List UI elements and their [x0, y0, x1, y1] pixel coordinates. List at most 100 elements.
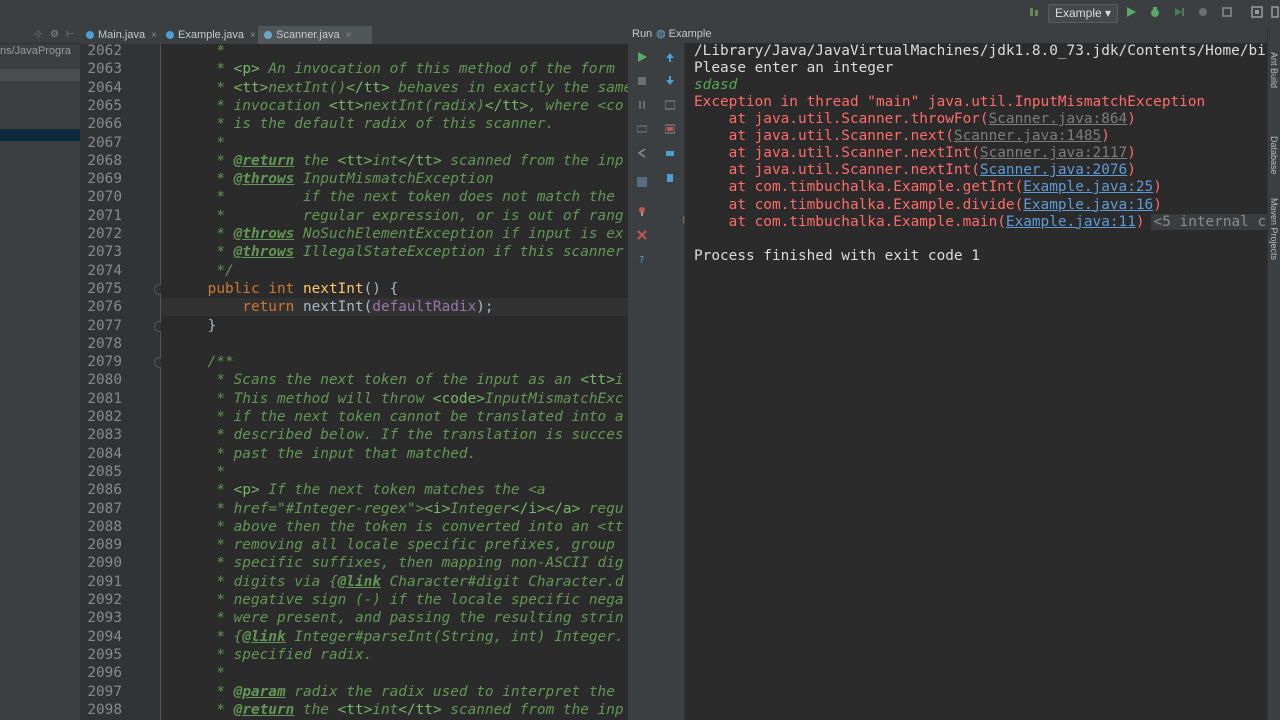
line-number: 2088: [87, 518, 122, 535]
line-number: 2079: [87, 354, 122, 371]
code-line[interactable]: * Scans the next token of the input as a…: [173, 371, 623, 389]
code-line[interactable]: * @throws IllegalStateException if this …: [173, 243, 623, 261]
internal-calls-fold[interactable]: <5 internal calls: [1150, 213, 1267, 230]
stack-frame: at java.util.Scanner.nextInt(Scanner.jav…: [694, 145, 1136, 162]
code-line[interactable]: public int nextInt() {: [173, 280, 399, 298]
debug-icon[interactable]: [1148, 5, 1162, 19]
hide-icon[interactable]: ⊢: [66, 26, 75, 43]
search-everywhere-icon[interactable]: [1268, 5, 1280, 19]
trash-icon[interactable]: [665, 172, 675, 182]
close-icon[interactable]: ×: [250, 30, 256, 41]
maven-projects-tab[interactable]: Maven Projects: [1269, 198, 1279, 260]
code-line[interactable]: * @param radix the radix used to interpr…: [173, 683, 615, 701]
attach-icon[interactable]: [1220, 5, 1234, 19]
code-line[interactable]: }: [173, 317, 217, 335]
sdk-icon[interactable]: [1250, 5, 1264, 19]
code-line[interactable]: *: [173, 463, 225, 481]
exit-icon[interactable]: [637, 148, 647, 158]
run-config-tab[interactable]: ◍ Example: [656, 26, 711, 43]
code-line[interactable]: * invocation <tt>nextInt(radix)</tt>, wh…: [173, 97, 623, 115]
code-line[interactable]: * @throws InputMismatchException: [173, 170, 493, 188]
scroll-to-end-icon[interactable]: [665, 124, 675, 134]
up-arrow-icon[interactable]: [665, 52, 675, 62]
code-line[interactable]: * @throws NoSuchElementException if inpu…: [173, 225, 623, 243]
stack-frame-link[interactable]: Scanner.java:1485: [954, 128, 1101, 144]
rerun-icon[interactable]: [637, 52, 647, 62]
stack-frame-text: at java.util.Scanner.nextInt(: [694, 162, 980, 179]
project-path[interactable]: ns/JavaProgra: [0, 44, 80, 59]
code-line[interactable]: * if the next token cannot be translated…: [173, 408, 623, 426]
console-command-line: /Library/Java/JavaVirtualMachines/jdk1.8…: [694, 43, 1267, 59]
settings-icon[interactable]: ⊹: [34, 26, 42, 43]
code-line[interactable]: * if the next token does not match the: [173, 188, 615, 206]
pin-icon[interactable]: [637, 206, 647, 216]
code-line[interactable]: * <tt>nextInt()</tt> behaves in exactly …: [173, 79, 628, 97]
down-arrow-icon[interactable]: [665, 76, 675, 86]
code-line[interactable]: * were present, and passing the resultin…: [173, 609, 623, 627]
java-class-icon: [86, 31, 94, 39]
code-line[interactable]: * specified radix.: [173, 646, 372, 664]
code-line[interactable]: * digits via {@link Character#digit Char…: [173, 573, 623, 591]
database-tab[interactable]: Database: [1269, 136, 1279, 175]
code-line[interactable]: * removing all locale specific prefixes,…: [173, 536, 615, 554]
project-tree-selected-row[interactable]: [0, 129, 80, 141]
code-line[interactable]: */: [173, 262, 233, 280]
line-number: 2091: [87, 573, 122, 590]
code-line[interactable]: * described below. If the translation is…: [173, 426, 623, 444]
layout-icon[interactable]: [637, 177, 647, 187]
stack-frame-close: ): [1101, 128, 1110, 145]
stack-frame-link[interactable]: Example.java:11: [1006, 214, 1136, 230]
help-icon[interactable]: ?: [637, 254, 647, 264]
code-line[interactable]: return nextInt(defaultRadix);: [173, 298, 493, 316]
code-line[interactable]: * negative sign (-) if the locale specif…: [173, 591, 623, 609]
editor-gutter[interactable]: 2062 2063 2064 2065 2066 2067 2068 2069 2070 2071…: [80, 43, 165, 720]
line-number: 2076: [87, 299, 122, 316]
code-line[interactable]: * @return the <tt>int</tt> scanned from …: [173, 701, 623, 719]
code-line[interactable]: *: [173, 664, 225, 682]
stack-frame-link[interactable]: Scanner.java:864: [989, 111, 1128, 127]
stack-frame-link[interactable]: Scanner.java:2076: [980, 162, 1127, 178]
run-console-output[interactable]: /Library/Java/JavaVirtualMachines/jdk1.8…: [685, 43, 1267, 720]
stack-frame-text: at com.timbuchalka.Example.getInt(: [694, 179, 1024, 196]
code-line[interactable]: *: [173, 44, 225, 60]
close-icon[interactable]: ×: [346, 30, 352, 41]
code-line[interactable]: * is the default radix of this scanner.: [173, 115, 554, 133]
code-line[interactable]: /**: [173, 353, 234, 371]
stack-frame-link[interactable]: Example.java:25: [1023, 179, 1153, 195]
stack-frame-link[interactable]: Example.java:16: [1023, 197, 1153, 213]
stack-frame-link[interactable]: Scanner.java:2117: [980, 145, 1127, 161]
vcs-icon[interactable]: [1028, 5, 1042, 19]
code-line[interactable]: * <p> An invocation of this method of th…: [173, 60, 615, 78]
soft-wrap-icon[interactable]: [665, 100, 675, 110]
pause-icon[interactable]: [637, 100, 647, 110]
code-editor[interactable]: * * <p> An invocation of this method of …: [161, 44, 628, 720]
tab-scanner-java[interactable]: Scanner.java ×: [258, 26, 372, 44]
code-line[interactable]: * <p> If the next token matches the <a: [173, 481, 545, 499]
line-number: 2096: [87, 665, 122, 682]
stop-icon[interactable]: [1196, 5, 1210, 19]
run-config-select[interactable]: Example ▾: [1048, 4, 1119, 23]
code-line[interactable]: * specific suffixes, then mapping non-AS…: [173, 554, 623, 572]
ant-build-tab[interactable]: Ant Build: [1269, 52, 1279, 88]
close-icon[interactable]: ×: [151, 30, 157, 41]
code-line[interactable]: * past the input that matched.: [173, 445, 476, 463]
code-line[interactable]: * @return the <tt>int</tt> scanned from …: [173, 152, 623, 170]
collapse-icon[interactable]: ⚙: [50, 26, 59, 43]
run-icon[interactable]: [1124, 5, 1138, 19]
code-line[interactable]: * {@link Integer#parseInt(String, int) I…: [173, 628, 623, 646]
dump-threads-icon[interactable]: [637, 124, 647, 134]
code-line[interactable]: * regular expression, or is out of rang: [173, 207, 623, 225]
code-line[interactable]: * above then the token is converted into…: [173, 518, 623, 536]
code-line[interactable]: * This method will throw <code>InputMism…: [173, 390, 623, 408]
tab-label: Scanner.java: [276, 29, 340, 41]
line-number: 2093: [87, 610, 122, 627]
stop-icon[interactable]: [637, 76, 647, 86]
print-icon[interactable]: [665, 148, 675, 158]
project-panel[interactable]: ⊹ ⚙ ⊢ ns/JavaProgra: [0, 26, 81, 720]
project-tree-row[interactable]: [0, 69, 80, 81]
close-icon[interactable]: [637, 230, 647, 240]
code-line[interactable]: *: [173, 134, 225, 152]
coverage-icon[interactable]: [1172, 5, 1186, 19]
code-line[interactable]: * href="#Integer-regex"><i>Integer</i></…: [173, 500, 623, 518]
stack-frame: at com.timbuchalka.Example.main(Example.…: [694, 213, 1267, 231]
